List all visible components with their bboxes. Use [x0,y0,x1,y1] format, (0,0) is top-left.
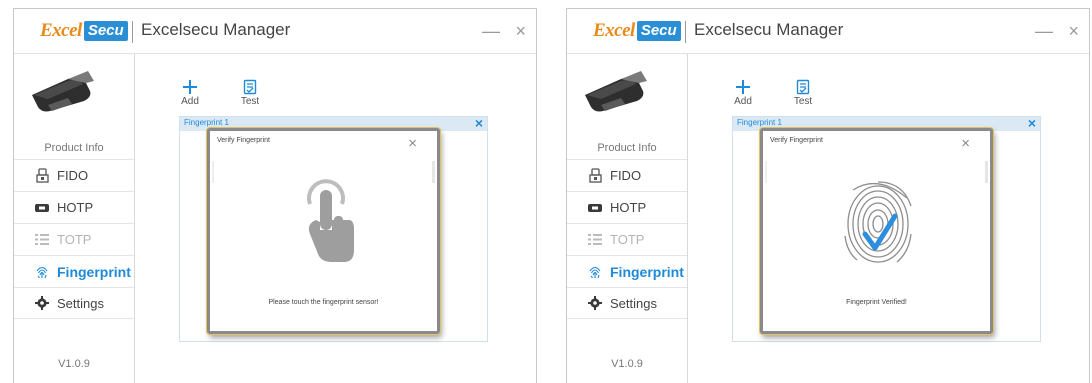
dialog-scroll-indicator [432,161,435,183]
nav-item-totp[interactable]: TOTP [14,223,134,255]
security-key-device-icon [585,71,647,112]
panel-close-icon[interactable]: × [1028,115,1036,131]
excelsecu-logo: Excel Secu [40,19,128,43]
totp-list-icon [34,232,50,248]
dialog-close-button[interactable]: × [961,136,970,151]
nav-list: FIDO HOTP TOTP Fingerprint Settings [567,159,687,319]
verify-fingerprint-dialog: Verify Fingerprint × Please touch the fi… [207,128,440,334]
clipboard-check-icon [243,79,257,95]
nav-item-fingerprint[interactable]: Fingerprint [14,255,134,287]
nav-item-hotp[interactable]: HOTP [567,191,687,223]
minimize-button[interactable]: — [482,22,500,40]
app-window-verified: Excel Secu Excelsecu Manager — × Product… [566,8,1090,383]
verify-fingerprint-dialog: Verify Fingerprint × Fingerprint Verifie… [760,128,993,334]
nav-item-settings[interactable]: Settings [14,287,134,319]
sidebar: Product Info FIDO HOTP TOTP Fingerprint … [567,54,688,383]
nav-label: HOTP [57,200,94,215]
logo-text: Excel [593,20,635,41]
gear-icon [34,295,50,311]
nav-label: Fingerprint [610,263,684,280]
hotp-token-icon [34,200,50,216]
fingerprint-tab-label[interactable]: Fingerprint 1 [184,118,229,127]
clipboard-check-icon [796,79,810,95]
title-bar: Excel Secu Excelsecu Manager — × [567,9,1089,54]
nav-item-fido[interactable]: FIDO [567,159,687,191]
dialog-scroll-indicator-left [765,161,767,183]
add-label: Add [734,96,752,107]
version-label: V1.0.9 [611,358,643,370]
dialog-title: Verify Fingerprint [217,137,270,144]
title-bar: Excel Secu Excelsecu Manager — × [14,9,536,54]
test-button[interactable]: Test [235,79,265,107]
add-label: Add [181,96,199,107]
fingerprint-icon [34,264,50,280]
sidebar: Product Info FIDO HOTP TOTP Fingerprint … [14,54,135,383]
minimize-button[interactable]: — [1035,22,1053,40]
nav-item-fingerprint[interactable]: Fingerprint [567,255,687,287]
product-info-label[interactable]: Product Info [14,142,134,154]
add-button[interactable]: Add [175,79,205,107]
fingerprint-icon [587,264,603,280]
test-label: Test [793,96,813,107]
fingerprint-verified-icon [844,181,912,263]
app-window-touch-prompt: Excel Secu Excelsecu Manager — × Product… [13,8,537,383]
nav-item-settings[interactable]: Settings [567,287,687,319]
totp-list-icon [587,232,603,248]
test-button[interactable]: Test [788,79,818,107]
gear-icon [587,295,603,311]
close-button[interactable]: × [1068,22,1079,40]
panel-close-icon[interactable]: × [475,115,483,131]
hotp-token-icon [587,200,603,216]
nav-item-fido[interactable]: FIDO [14,159,134,191]
nav-label: TOTP [57,232,92,247]
nav-label: Settings [610,295,657,311]
nav-item-hotp[interactable]: HOTP [14,191,134,223]
nav-label: TOTP [610,232,645,247]
touch-hand-icon [307,179,354,262]
add-button[interactable]: Add [728,79,758,107]
test-label: Test [240,96,260,107]
dialog-close-button[interactable]: × [408,136,417,151]
main-content: Add Test Fingerprint 1 × Verify Fingerpr… [688,54,1089,383]
dialog-message: Please touch the fingerprint sensor! [268,299,379,306]
title-separator [685,21,686,43]
app-title: Excelsecu Manager [694,20,844,39]
dialog-scroll-indicator-left [212,161,214,183]
nav-label: FIDO [610,168,642,183]
fingerprint-tab-label[interactable]: Fingerprint 1 [737,118,782,127]
logo-badge: Secu [636,21,681,41]
nav-label: Settings [57,295,104,311]
product-info-label[interactable]: Product Info [567,142,687,154]
close-button[interactable]: × [515,22,526,40]
plus-icon [736,80,750,94]
version-label: V1.0.9 [58,358,90,370]
nav-label: HOTP [610,200,647,215]
excelsecu-logo: Excel Secu [593,19,681,43]
dialog-title: Verify Fingerprint [770,137,823,144]
fido-key-icon [587,168,603,184]
app-title: Excelsecu Manager [141,20,291,39]
dialog-message: Fingerprint Verified! [846,299,907,306]
title-separator [132,21,133,43]
nav-list: FIDO HOTP TOTP Fingerprint Settings [14,159,134,319]
security-key-device-icon [32,71,94,112]
nav-label: Fingerprint [57,263,131,280]
logo-badge: Secu [83,21,128,41]
nav-label: FIDO [57,168,89,183]
main-content: Add Test Fingerprint 1 × Verify Fingerpr… [135,54,536,383]
nav-item-totp[interactable]: TOTP [567,223,687,255]
fido-key-icon [34,168,50,184]
logo-text: Excel [40,20,82,41]
dialog-scroll-indicator [985,161,988,183]
plus-icon [183,80,197,94]
